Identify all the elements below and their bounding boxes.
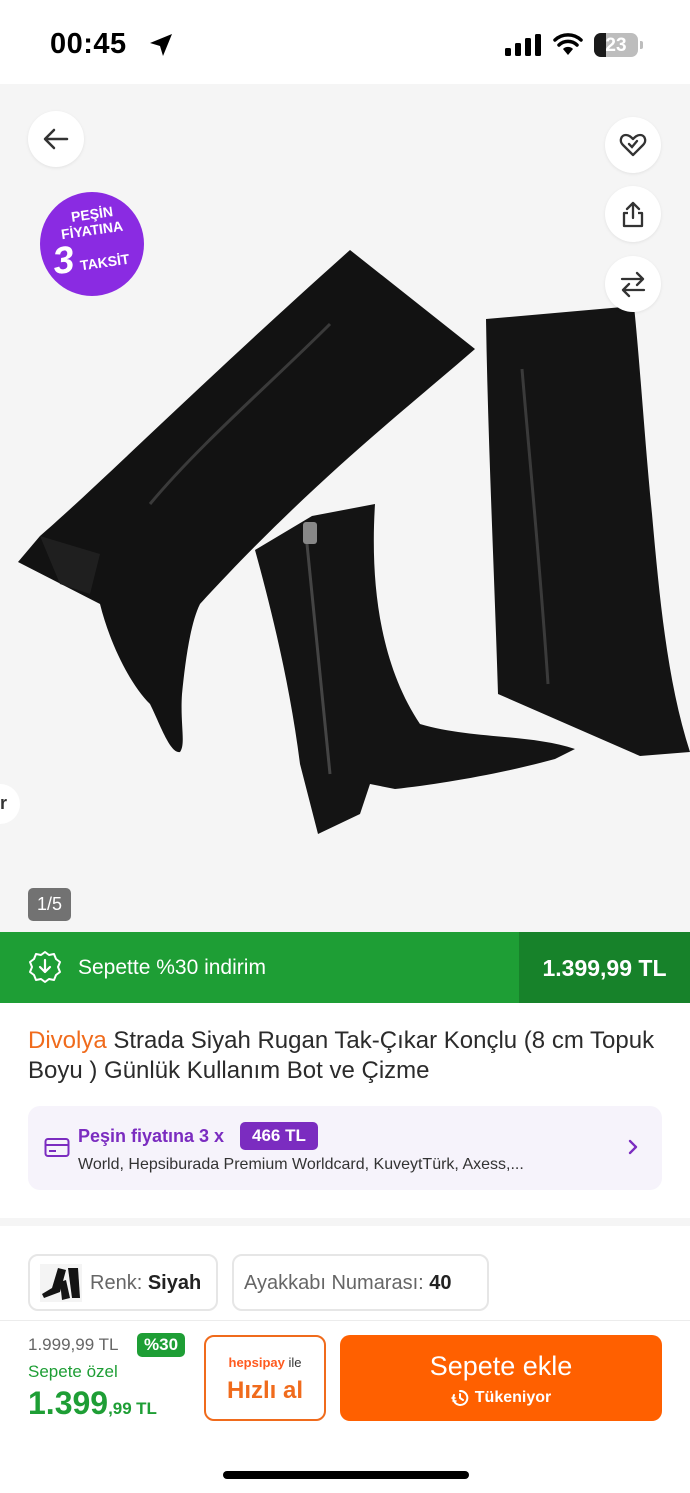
discount-badge: %30 [137, 1333, 186, 1357]
battery-icon: 23 [594, 33, 638, 57]
location-arrow-icon [150, 34, 172, 56]
credit-card-icon [44, 1138, 70, 1157]
old-price: 1.999,99 TL [28, 1335, 119, 1354]
quick-buy-label: Hızlı al [226, 1377, 304, 1404]
color-label: Renk: [90, 1272, 143, 1294]
chevron-right-icon [628, 1139, 638, 1155]
image-counter: 1/5 [28, 888, 71, 921]
add-to-cart-button[interactable]: Sepete ekle Tükeniyor [340, 1335, 662, 1421]
final-price: 1.399,99 TL [28, 1385, 157, 1421]
size-selector[interactable]: Ayakkabı Numarası: 40 [232, 1254, 489, 1311]
installment-banks: World, Hepsiburada Premium Worldcard, Ku… [78, 1156, 524, 1173]
color-thumbnail [40, 1264, 82, 1302]
basket-discount-bar: Sepette %30 indirim 1.399,99 TL [0, 932, 690, 1003]
back-button[interactable] [28, 111, 84, 167]
quick-buy-button[interactable]: hepsipay ile Hızlı al [204, 1335, 326, 1421]
installment-promo-badge: PEŞİN FİYATINA 3 TAKSİT [40, 192, 144, 296]
product-image-gallery[interactable]: PEŞİN FİYATINA 3 TAKSİT r 1/5 [0, 84, 690, 932]
discount-text: Sepette %30 indirim [78, 956, 266, 979]
low-stock-timer-icon [450, 1389, 469, 1406]
discount-tag-icon [29, 951, 61, 983]
bottom-purchase-bar: 1.999,99 TL %30 Sepete özel 1.399,99 TL … [0, 1320, 690, 1493]
favorite-button[interactable] [605, 117, 661, 173]
status-bar: 00:45 23 [0, 0, 690, 84]
compare-button[interactable] [605, 256, 661, 312]
product-name: Strada Siyah Rugan Tak-Çıkar Konçlu (8 c… [28, 1027, 655, 1084]
brand-link[interactable]: Divolya [28, 1027, 107, 1054]
size-label: Ayakkabı Numarası: [244, 1272, 424, 1294]
status-time: 00:45 [50, 28, 127, 60]
hepsipay-logo: hepsipay ile [228, 1355, 302, 1370]
compare-arrows-icon [620, 271, 646, 298]
color-value: Siyah [147, 1272, 202, 1294]
size-value: 40 [429, 1272, 452, 1294]
back-arrow-icon [43, 128, 69, 150]
share-button[interactable] [605, 186, 661, 242]
basket-special-label: Sepete özel [28, 1362, 118, 1381]
stock-status: Tükeniyor [474, 1389, 552, 1406]
home-indicator[interactable] [223, 1471, 469, 1479]
add-to-cart-label: Sepete ekle [429, 1351, 573, 1381]
cellular-signal-icon [505, 34, 541, 56]
section-divider [0, 1218, 690, 1226]
discount-price-box: 1.399,99 TL [519, 932, 690, 1003]
installment-card[interactable]: Peşin fiyatına 3 x 466 TL World, Hepsibu… [28, 1106, 662, 1190]
wifi-icon [553, 33, 583, 55]
discount-price: 1.399,99 TL [542, 955, 667, 981]
share-icon [622, 201, 644, 228]
favorite-heart-icon [619, 133, 647, 157]
color-selector[interactable]: Renk: Siyah [28, 1254, 218, 1311]
battery-level: 23 [605, 35, 627, 56]
installment-amount-badge: 466 TL [240, 1122, 318, 1150]
product-title: Divolya Strada Siyah Rugan Tak-Çıkar Kon… [28, 1026, 668, 1086]
installment-label: Peşin fiyatına 3 x [78, 1126, 225, 1146]
